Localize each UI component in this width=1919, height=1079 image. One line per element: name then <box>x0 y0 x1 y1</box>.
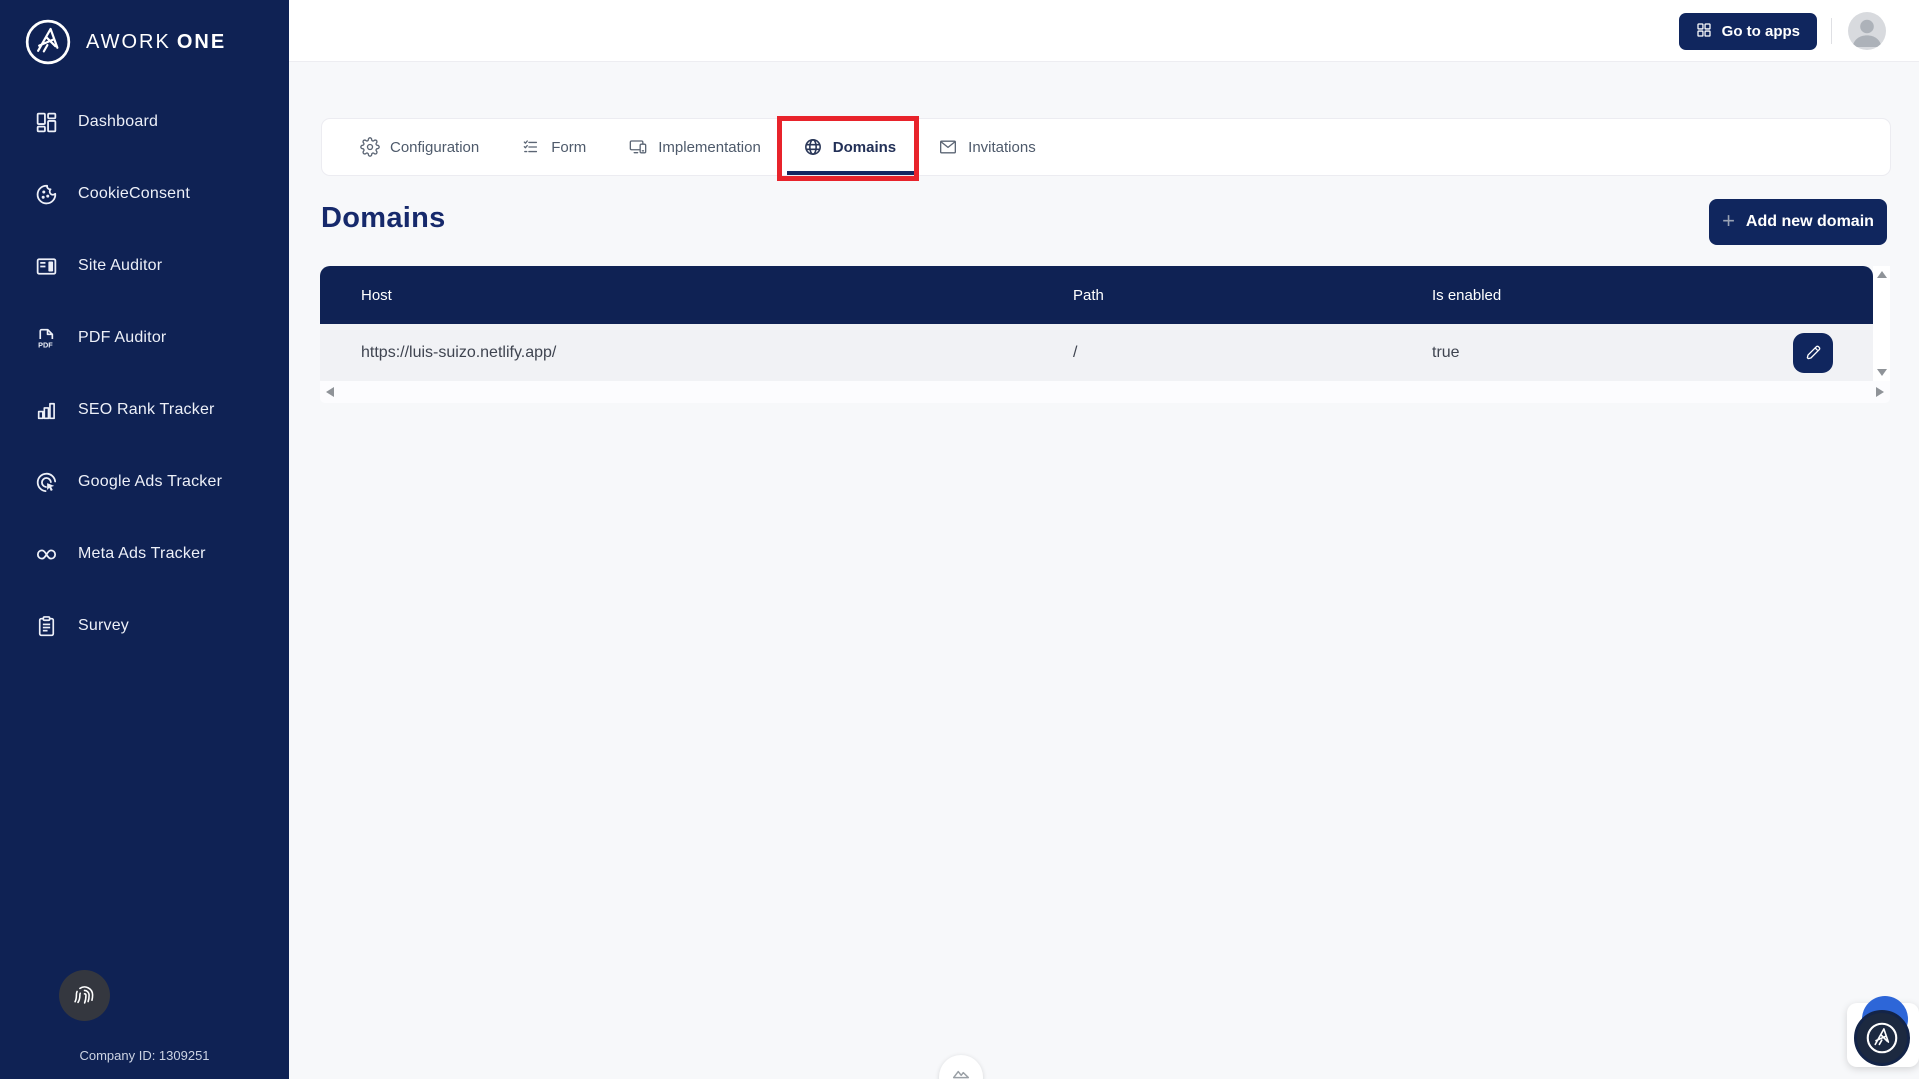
person-icon <box>1848 12 1886 50</box>
tab-domains[interactable]: Domains <box>803 119 896 175</box>
tab-implementation[interactable]: Implementation <box>628 119 761 175</box>
sidebar-item-dashboard[interactable]: Dashboard <box>0 86 289 158</box>
sidebar-item-meta-ads-tracker[interactable]: Meta Ads Tracker <box>0 518 289 590</box>
tab-configuration[interactable]: Configuration <box>360 119 479 175</box>
tab-label: Domains <box>833 139 896 156</box>
cell-host: https://luis-suizo.netlify.app/ <box>320 344 1071 362</box>
site-auditor-icon <box>34 254 59 279</box>
sidebar-item-google-ads-tracker[interactable]: Google Ads Tracker <box>0 446 289 518</box>
sidebar-item-label: PDF Auditor <box>78 329 166 347</box>
table-header-row: Host Path Is enabled <box>320 266 1873 324</box>
brand: AWORKONE <box>23 17 226 67</box>
dashboard-icon <box>34 110 59 135</box>
sidebar-item-label: Site Auditor <box>78 257 162 275</box>
company-id: Company ID: 1309251 <box>0 1048 289 1063</box>
go-to-apps-label: Go to apps <box>1722 23 1800 40</box>
corner-awork-badge[interactable] <box>1854 1010 1910 1066</box>
add-new-domain-button[interactable]: + Add new domain <box>1709 199 1887 245</box>
plus-icon: + <box>1722 210 1735 232</box>
gear-icon <box>360 137 380 157</box>
page-title: Domains <box>321 202 446 235</box>
devices-icon <box>628 137 648 157</box>
domains-table-main: Host Path Is enabled https://luis-suizo.… <box>320 266 1873 381</box>
scroll-right-arrow[interactable] <box>1876 387 1884 397</box>
column-header-is-enabled: Is enabled <box>1432 287 1873 304</box>
tab-label: Form <box>551 139 586 156</box>
scroll-down-arrow[interactable] <box>1877 369 1887 376</box>
bar-chart-icon <box>34 398 59 423</box>
sidebar-item-pdf-auditor[interactable]: PDF PDF Auditor <box>0 302 289 374</box>
go-to-apps-button[interactable]: Go to apps <box>1679 13 1817 50</box>
tabs-bar: Configuration Form Implementation Domain… <box>321 118 1891 176</box>
sidebar-item-survey[interactable]: Survey <box>0 590 289 662</box>
apps-grid-icon <box>1696 22 1712 42</box>
sidebar-item-seo-rank-tracker[interactable]: SEO Rank Tracker <box>0 374 289 446</box>
pdf-file-icon: PDF <box>34 326 59 351</box>
horizontal-scrollbar[interactable] <box>320 381 1890 403</box>
meta-infinity-icon <box>34 542 59 567</box>
topbar-divider <box>1831 18 1832 44</box>
topbar: Go to apps <box>289 0 1919 62</box>
brand-name: AWORKONE <box>86 31 226 54</box>
sidebar-item-cookieconsent[interactable]: CookieConsent <box>0 158 289 230</box>
sidebar-item-label: Survey <box>78 617 129 635</box>
tab-invitations[interactable]: Invitations <box>938 119 1036 175</box>
sidebar: AWORKONE Dashboard CookieConsent Site Au… <box>0 0 289 1079</box>
add-new-domain-label: Add new domain <box>1746 213 1874 231</box>
globe-icon <box>803 137 823 157</box>
scroll-left-arrow[interactable] <box>326 387 334 397</box>
tab-label: Invitations <box>968 139 1036 156</box>
svg-text:PDF: PDF <box>38 340 53 349</box>
table-row[interactable]: https://luis-suizo.netlify.app/ / true <box>320 324 1873 381</box>
sidebar-menu: Dashboard CookieConsent Site Auditor PDF… <box>0 86 289 662</box>
active-tab-underline <box>787 171 914 175</box>
sidebar-item-label: CookieConsent <box>78 185 190 203</box>
cell-path: / <box>1071 344 1432 362</box>
sidebar-item-site-auditor[interactable]: Site Auditor <box>0 230 289 302</box>
cookie-icon <box>34 182 59 207</box>
column-header-host: Host <box>320 287 1071 304</box>
edit-domain-button[interactable] <box>1793 333 1833 373</box>
mountains-icon <box>950 1062 972 1079</box>
checklist-icon <box>521 137 541 157</box>
avatar[interactable] <box>1848 12 1886 50</box>
fingerprint-icon <box>71 981 98 1011</box>
clipboard-icon <box>34 614 59 639</box>
app-root: AWORKONE Dashboard CookieConsent Site Au… <box>0 0 1919 1079</box>
pencil-icon <box>1803 341 1824 365</box>
awork-logo-icon <box>1864 1020 1900 1056</box>
domains-table: Host Path Is enabled https://luis-suizo.… <box>320 266 1890 403</box>
tab-label: Configuration <box>390 139 479 156</box>
awork-logo-icon <box>23 17 73 67</box>
column-header-path: Path <box>1071 287 1432 304</box>
sidebar-item-label: Meta Ads Tracker <box>78 545 206 563</box>
envelope-icon <box>938 137 958 157</box>
fingerprint-button[interactable] <box>59 970 110 1021</box>
vertical-scrollbar[interactable] <box>1873 266 1890 381</box>
scroll-up-arrow[interactable] <box>1877 271 1887 278</box>
tab-label: Implementation <box>658 139 761 156</box>
sidebar-item-label: Google Ads Tracker <box>78 473 222 491</box>
tab-form[interactable]: Form <box>521 119 586 175</box>
sidebar-item-label: Dashboard <box>78 113 158 131</box>
sidebar-item-label: SEO Rank Tracker <box>78 401 215 419</box>
click-cursor-icon <box>34 470 59 495</box>
floating-mountain-bubble[interactable] <box>939 1055 983 1079</box>
